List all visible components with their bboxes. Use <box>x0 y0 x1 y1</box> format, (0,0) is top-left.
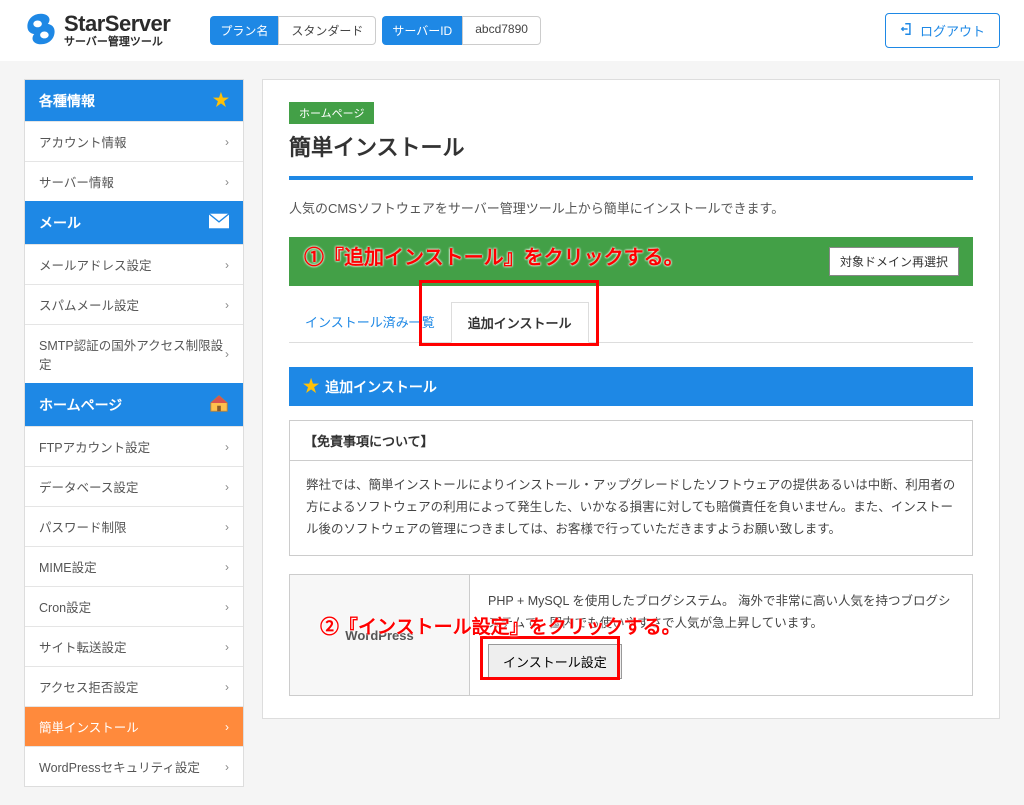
sidebar-item-label: MIME設定 <box>39 557 97 576</box>
sidebar-item[interactable]: メールアドレス設定 › <box>25 244 243 284</box>
chevron-right-icon: › <box>225 760 229 774</box>
sidebar-item[interactable]: データベース設定 › <box>25 466 243 506</box>
domain-bar: ①『追加インストール』をクリックする。 対象ドメイン再選択 <box>289 237 973 286</box>
envelope-icon <box>209 211 229 234</box>
main-panel: ホームページ 簡単インストール 人気のCMSソフトウェアをサーバー管理ツール上か… <box>262 79 1000 719</box>
logo-icon <box>24 12 58 49</box>
sidebar-item-label: スパムメール設定 <box>39 295 139 314</box>
chevron-right-icon: › <box>225 680 229 694</box>
logout-button[interactable]: ログアウト <box>885 13 1000 48</box>
chevron-right-icon: › <box>225 720 229 734</box>
server-id-value: abcd7890 <box>462 16 541 45</box>
header: StarServer サーバー管理ツール プラン名 スタンダード サーバーID … <box>0 0 1024 61</box>
star-icon: ★ <box>303 376 319 397</box>
chevron-right-icon: › <box>225 347 229 361</box>
plan-tag: プラン名 スタンダード <box>210 16 376 45</box>
sidebar: 各種情報★アカウント情報›サーバー情報›メールメールアドレス設定›スパムメール設… <box>24 79 244 787</box>
title-underline <box>289 176 973 180</box>
logo-text: StarServer サーバー管理ツール <box>64 13 170 48</box>
chevron-right-icon: › <box>225 135 229 149</box>
chevron-right-icon: › <box>225 298 229 312</box>
section-title: 各種情報 <box>39 91 95 111</box>
disclaimer-box: 【免責事項について】 弊社では、簡単インストールによりインストール・アップグレー… <box>289 420 973 556</box>
domain-bar-overlay: ①『追加インストール』をクリックする。 <box>304 241 684 270</box>
sidebar-item[interactable]: サイト転送設定 › <box>25 626 243 666</box>
sidebar-item[interactable]: スパムメール設定 › <box>25 284 243 324</box>
disclaimer-body: 弊社では、簡単インストールによりインストール・アップグレードしたソフトウェアの提… <box>290 461 972 555</box>
sidebar-item-label: データベース設定 <box>39 477 138 496</box>
product-cell: ②『インストール設定』をクリックする。 PHP + MySQL を使用したブログ… <box>470 575 972 696</box>
tab-add-install[interactable]: 追加インストール <box>451 302 589 343</box>
sidebar-item-label: アクセス拒否設定 <box>39 677 138 696</box>
reselect-domain-button[interactable]: 対象ドメイン再選択 <box>829 247 959 276</box>
sidebar-item[interactable]: MIME設定 › <box>25 546 243 586</box>
sidebar-item-label: SMTP認証の国外アクセス制限設定 <box>39 335 225 373</box>
section-title: メール <box>39 213 81 233</box>
sidebar-item[interactable]: Cron設定 › <box>25 586 243 626</box>
section-title-text: 追加インストール <box>325 377 437 397</box>
sidebar-item-label: サーバー情報 <box>39 172 114 191</box>
sidebar-item[interactable]: パスワード制限 › <box>25 506 243 546</box>
tabs-wrap: インストール済み一覧 追加インストール <box>289 302 973 343</box>
tabs: インストール済み一覧 追加インストール <box>289 302 973 343</box>
chevron-right-icon: › <box>225 600 229 614</box>
sidebar-item-label: 簡単インストール <box>39 717 139 736</box>
server-id-label: サーバーID <box>382 16 462 45</box>
sidebar-item-label: メールアドレス設定 <box>39 255 152 274</box>
container: 各種情報★アカウント情報›サーバー情報›メールメールアドレス設定›スパムメール設… <box>0 61 1024 805</box>
sidebar-item[interactable]: SMTP認証の国外アクセス制限設定› <box>25 324 243 383</box>
sidebar-item-label: サイト転送設定 <box>39 637 127 656</box>
annotation-2: ②『インストール設定』をクリックする。 <box>320 611 681 644</box>
tab-installed-list[interactable]: インストール済み一覧 <box>289 302 451 342</box>
logout-label: ログアウト <box>920 21 985 40</box>
sidebar-section-head: ホームページ <box>25 383 243 426</box>
sidebar-item[interactable]: FTPアカウント設定 › <box>25 426 243 466</box>
server-id-tag: サーバーID abcd7890 <box>382 16 541 45</box>
plan-value: スタンダード <box>278 16 376 45</box>
logo: StarServer サーバー管理ツール <box>24 12 170 49</box>
sidebar-item-label: FTPアカウント設定 <box>39 437 150 456</box>
chevron-right-icon: › <box>225 520 229 534</box>
chevron-right-icon: › <box>225 480 229 494</box>
install-settings-button[interactable]: インストール設定 <box>488 644 622 679</box>
intro-text: 人気のCMSソフトウェアをサーバー管理ツール上から簡単にインストールできます。 <box>289 198 973 217</box>
logo-title: StarServer <box>64 13 170 35</box>
logo-subtitle: サーバー管理ツール <box>64 37 170 48</box>
chevron-right-icon: › <box>225 258 229 272</box>
disclaimer-heading: 【免責事項について】 <box>290 421 972 461</box>
sidebar-item[interactable]: 簡単インストール › <box>25 706 243 746</box>
sidebar-item-label: アカウント情報 <box>39 132 127 151</box>
section-title-bar: ★ 追加インストール <box>289 367 973 406</box>
install-row: WordPress ②『インストール設定』をクリックする。 PHP + MySQ… <box>289 574 973 697</box>
breadcrumb: ホームページ <box>289 102 374 124</box>
sidebar-item[interactable]: サーバー情報 › <box>25 161 243 201</box>
chevron-right-icon: › <box>225 640 229 654</box>
chevron-right-icon: › <box>225 175 229 189</box>
header-tags: プラン名 スタンダード サーバーID abcd7890 <box>210 16 541 45</box>
chevron-right-icon: › <box>225 440 229 454</box>
sidebar-item-label: Cron設定 <box>39 597 91 616</box>
sidebar-section-head: メール <box>25 201 243 244</box>
sidebar-item[interactable]: WordPressセキュリティ設定 › <box>25 746 243 786</box>
logout-icon <box>900 22 914 39</box>
star-icon: ★ <box>213 90 229 111</box>
sidebar-item[interactable]: アクセス拒否設定 › <box>25 666 243 706</box>
plan-label: プラン名 <box>210 16 278 45</box>
house-icon <box>209 393 229 416</box>
sidebar-section-head: 各種情報 ★ <box>25 80 243 121</box>
sidebar-item-label: WordPressセキュリティ設定 <box>39 757 200 776</box>
chevron-right-icon: › <box>225 560 229 574</box>
page-title: 簡単インストール <box>289 130 973 162</box>
section-title: ホームページ <box>39 395 122 415</box>
sidebar-item-label: パスワード制限 <box>39 517 127 536</box>
sidebar-item[interactable]: アカウント情報 › <box>25 121 243 161</box>
